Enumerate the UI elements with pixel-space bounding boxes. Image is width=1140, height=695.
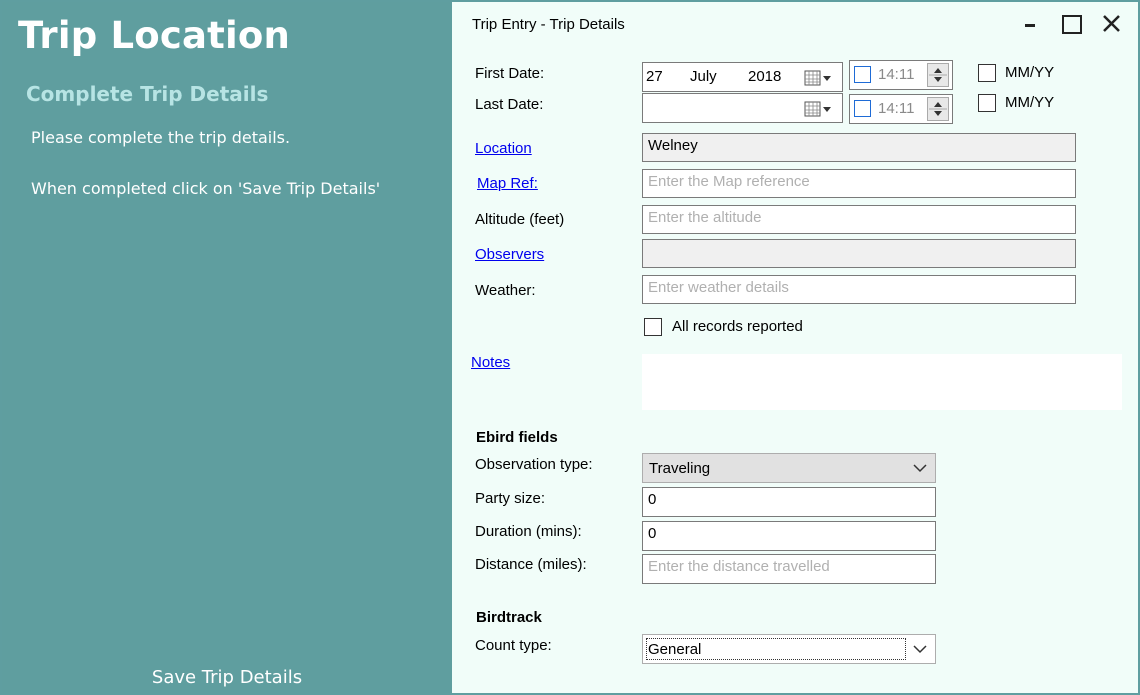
first-mmyy-label: MM/YY — [1005, 64, 1055, 81]
last-time-checkbox[interactable] — [854, 100, 871, 117]
first-date-day: 27 — [646, 68, 663, 85]
distance-input[interactable]: Enter the distance travelled — [642, 554, 936, 584]
maximize-icon — [1062, 15, 1082, 34]
last-mmyy-label: MM/YY — [1005, 94, 1055, 111]
sidebar-instruction-2: When completed click on 'Save Trip Detai… — [31, 179, 381, 198]
distance-label: Distance (miles): — [475, 556, 587, 573]
sidebar: Trip Location Complete Trip Details Plea… — [2, 2, 452, 693]
first-time-value: 14:11 — [878, 66, 915, 83]
spinner-arrows-icon — [929, 102, 947, 116]
first-time-picker[interactable]: 14:11 — [849, 60, 953, 90]
observation-type-dropdown[interactable]: Traveling — [642, 453, 936, 483]
last-time-value: 14:11 — [878, 100, 915, 117]
location-link[interactable]: Location — [475, 140, 532, 157]
count-type-value: General — [648, 641, 702, 658]
birdtrack-heading: Birdtrack — [476, 609, 542, 626]
maximize-button[interactable] — [1058, 10, 1086, 38]
close-button[interactable] — [1098, 10, 1126, 38]
chevron-down-icon — [913, 645, 927, 654]
weather-input[interactable]: Enter weather details — [642, 275, 1076, 304]
count-type-label: Count type: — [475, 637, 552, 654]
all-records-checkbox[interactable] — [644, 318, 662, 336]
location-value: Welney — [648, 137, 698, 154]
sidebar-subtitle: Complete Trip Details — [26, 82, 269, 106]
calendar-icon[interactable] — [804, 99, 834, 119]
first-time-checkbox[interactable] — [854, 66, 871, 83]
observers-link[interactable]: Observers — [475, 246, 544, 263]
party-size-input[interactable]: 0 — [642, 487, 936, 517]
location-field[interactable]: Welney — [642, 133, 1076, 162]
observation-type-label: Observation type: — [475, 456, 593, 473]
last-date-label: Last Date: — [475, 96, 544, 113]
map-ref-input[interactable]: Enter the Map reference — [642, 169, 1076, 198]
altitude-label: Altitude (feet) — [475, 211, 565, 228]
first-date-picker[interactable]: 27 July 2018 — [642, 62, 843, 92]
chevron-down-icon — [913, 464, 927, 473]
map-ref-link[interactable]: Map Ref: — [477, 175, 538, 192]
count-type-dropdown[interactable]: General — [642, 634, 936, 664]
sidebar-title: Trip Location — [18, 14, 291, 57]
close-icon — [1103, 15, 1120, 32]
spinner-arrows-icon — [929, 68, 947, 82]
app-frame: Trip Location Complete Trip Details Plea… — [0, 0, 1140, 695]
ebird-heading: Ebird fields — [476, 429, 558, 446]
minimize-button[interactable] — [1016, 10, 1044, 38]
sidebar-instruction-1: Please complete the trip details. — [31, 128, 291, 147]
last-time-spinner[interactable] — [927, 97, 949, 121]
duration-label: Duration (mins): — [475, 523, 582, 540]
window-title: Trip Entry - Trip Details — [472, 16, 625, 33]
first-date-month: July — [690, 68, 717, 85]
notes-link[interactable]: Notes — [471, 354, 510, 371]
trip-details-window: Trip Entry - Trip Details First Date: La… — [454, 2, 1138, 693]
party-size-value: 0 — [648, 491, 657, 508]
notes-textarea[interactable] — [642, 354, 1122, 410]
first-mmyy-checkbox[interactable] — [978, 64, 996, 82]
altitude-placeholder: Enter the altitude — [648, 209, 762, 226]
calendar-icon[interactable] — [804, 68, 834, 88]
map-ref-placeholder: Enter the Map reference — [648, 173, 810, 190]
party-size-label: Party size: — [475, 490, 546, 507]
altitude-input[interactable]: Enter the altitude — [642, 205, 1076, 234]
last-date-picker[interactable] — [642, 93, 843, 123]
duration-value: 0 — [648, 525, 657, 542]
first-date-label: First Date: — [475, 65, 545, 82]
save-trip-details-button[interactable]: Save Trip Details — [2, 667, 452, 688]
weather-placeholder: Enter weather details — [648, 279, 789, 296]
observation-type-value: Traveling — [649, 460, 711, 477]
last-mmyy-checkbox[interactable] — [978, 94, 996, 112]
distance-placeholder: Enter the distance travelled — [648, 558, 830, 575]
last-time-picker[interactable]: 14:11 — [849, 94, 953, 124]
duration-input[interactable]: 0 — [642, 521, 936, 551]
observers-field[interactable] — [642, 239, 1076, 268]
weather-label: Weather: — [475, 282, 536, 299]
first-date-year: 2018 — [748, 68, 782, 85]
minimize-icon — [1025, 24, 1035, 27]
all-records-label: All records reported — [672, 318, 803, 335]
first-time-spinner[interactable] — [927, 63, 949, 87]
